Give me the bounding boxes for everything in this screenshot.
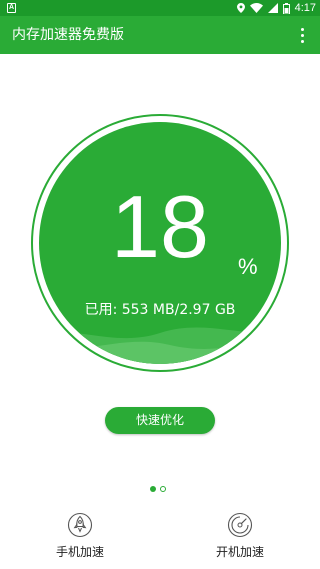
- gauge-wave-front: [39, 341, 281, 364]
- quick-optimize-button[interactable]: 快速优化: [105, 407, 215, 434]
- app-bar: 内存加速器免费版: [0, 16, 320, 54]
- menu-dot: [300, 33, 304, 37]
- page-dot-inactive[interactable]: [160, 486, 166, 492]
- battery-icon: [282, 2, 290, 14]
- menu-dot: [300, 39, 304, 43]
- disc-speed-icon: [227, 512, 253, 538]
- percent-sign: %: [238, 254, 258, 279]
- signal-icon: [267, 3, 278, 13]
- more-vert-icon[interactable]: [292, 25, 312, 45]
- memory-usage-text: 已用: 553 MB/2.97 GB: [84, 302, 236, 318]
- status-bar: A 4:17: [0, 0, 320, 16]
- status-time: 4:17: [294, 2, 316, 14]
- rocket-icon: [67, 512, 93, 538]
- phone-boost-label: 手机加速: [55, 545, 104, 559]
- app-title: 内存加速器免费版: [12, 27, 124, 43]
- location-icon: [236, 3, 245, 13]
- boot-boost-button[interactable]: 开机加速: [190, 512, 290, 566]
- wifi-icon: [249, 3, 263, 13]
- memory-percent: 18: [111, 177, 209, 276]
- status-icons: 4:17: [236, 0, 316, 16]
- boot-boost-label: 开机加速: [215, 545, 264, 559]
- page-dot-active[interactable]: [150, 486, 156, 492]
- menu-dot: [300, 27, 304, 31]
- page-indicator: [150, 486, 166, 492]
- notification-a-icon: A: [7, 3, 16, 13]
- phone-boost-button[interactable]: 手机加速: [30, 512, 130, 566]
